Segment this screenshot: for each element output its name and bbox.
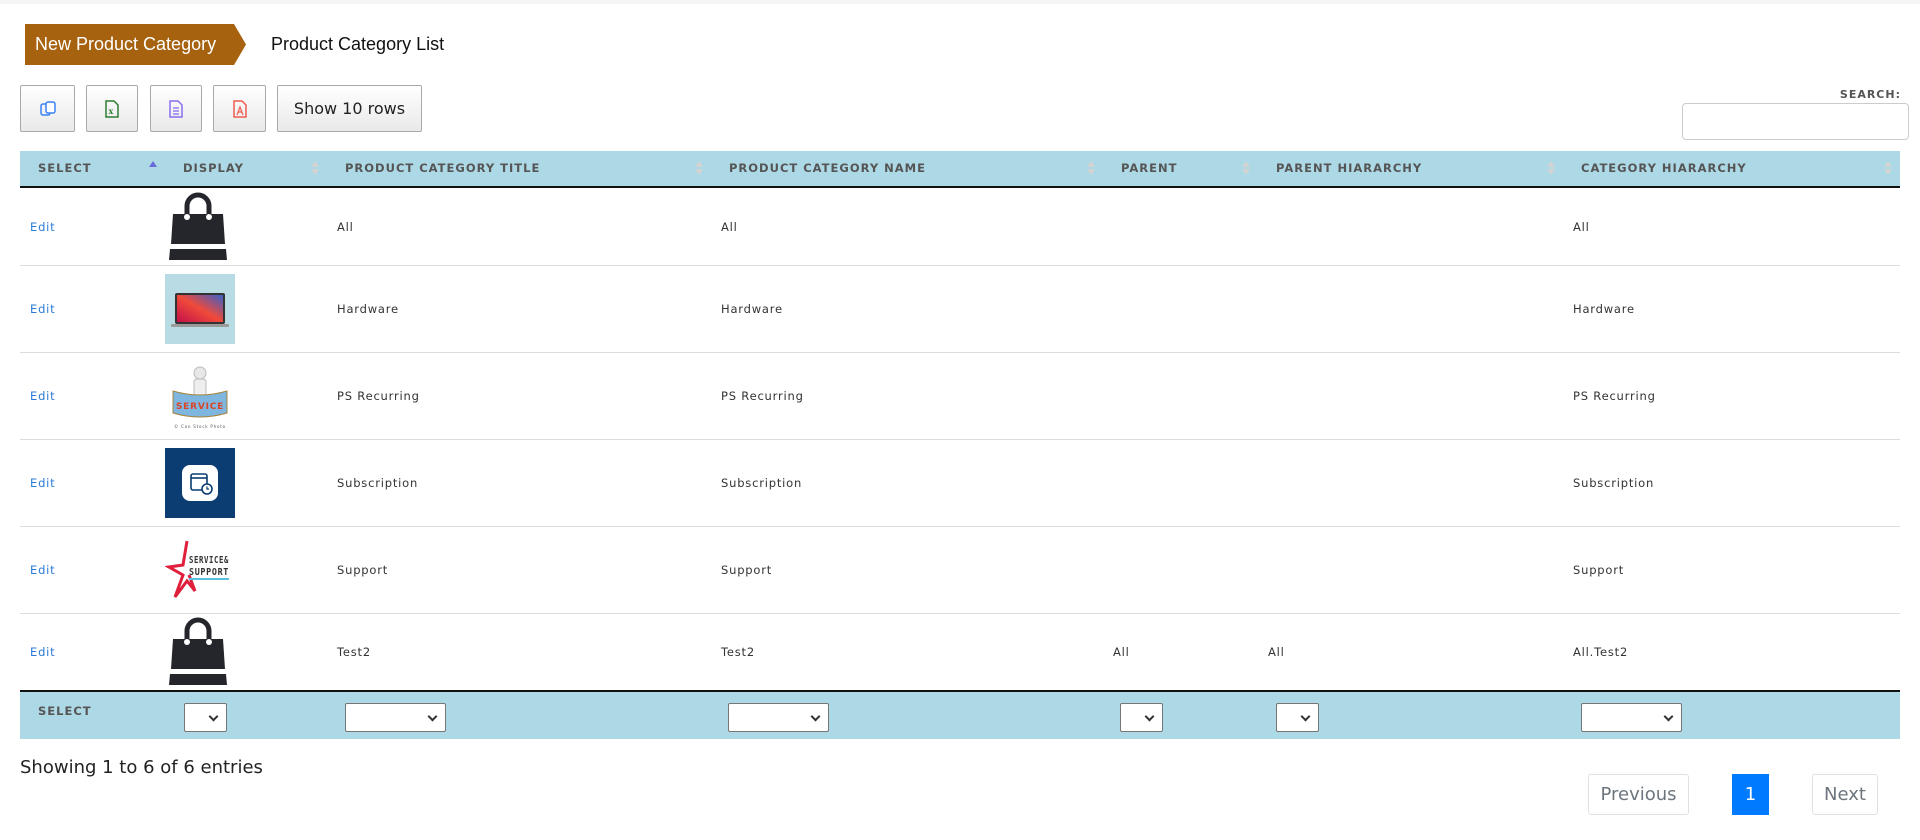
table-header: SELECT DISPLAY PRODUCT CATEGORY TITLE PR… xyxy=(20,151,1900,188)
show-rows-button[interactable]: Show 10 rows xyxy=(277,85,422,132)
edit-link[interactable]: Edit xyxy=(30,220,55,234)
cell-category-hierarchy: All xyxy=(1573,219,1590,234)
edit-link[interactable]: Edit xyxy=(30,563,55,577)
table-row: Edit All All All xyxy=(20,188,1900,266)
cell-name: Subscription xyxy=(721,476,803,490)
search-label: SEARCH: xyxy=(1839,88,1901,101)
footer-select-label: SELECT xyxy=(38,704,92,718)
filter-parent-hierarchy-select[interactable] xyxy=(1276,703,1319,732)
filter-title-select[interactable] xyxy=(345,703,446,732)
column-header-parent[interactable]: PARENT xyxy=(1103,151,1258,186)
cell-category-hierarchy: Hardware xyxy=(1573,302,1635,316)
excel-button[interactable]: x xyxy=(86,85,138,132)
edit-link[interactable]: Edit xyxy=(30,389,55,403)
svg-text:SUPPORT: SUPPORT xyxy=(189,567,229,578)
cell-title: Test2 xyxy=(337,645,371,659)
pdf-button[interactable] xyxy=(213,85,266,132)
cell-parent-hierarchy: All xyxy=(1268,645,1285,659)
svg-text:x: x xyxy=(109,106,114,116)
table-info: Showing 1 to 6 of 6 entries xyxy=(20,757,263,778)
column-header-select[interactable]: SELECT xyxy=(20,151,165,186)
calendar-subscription-image xyxy=(165,448,235,518)
table-row: Edit SERVICE& SUPPORT Support Support Su… xyxy=(20,527,1900,614)
filter-display-select[interactable] xyxy=(184,703,227,732)
cell-title: All xyxy=(337,219,354,234)
filter-parent-select[interactable] xyxy=(1120,703,1163,732)
svg-text:© Can Stock Photo: © Can Stock Photo xyxy=(174,424,226,429)
service-support-image: SERVICE& SUPPORT xyxy=(165,535,235,605)
sort-icon xyxy=(1087,161,1095,177)
column-header-name[interactable]: PRODUCT CATEGORY NAME xyxy=(711,151,1103,186)
cell-category-hierarchy: PS Recurring xyxy=(1573,389,1656,403)
cell-name: All xyxy=(721,219,738,234)
new-product-category-button[interactable]: New Product Category xyxy=(25,24,246,65)
copy-button[interactable] xyxy=(20,85,75,132)
cell-name: Support xyxy=(721,563,773,577)
top-strip xyxy=(0,0,1920,4)
cell-name: PS Recurring xyxy=(721,389,804,403)
table-row: Edit Subscription Subscription Subscript… xyxy=(20,440,1900,527)
table-row: Edit SERVICE © Can Stock Photo PS Recurr… xyxy=(20,353,1900,440)
shopping-bag-icon xyxy=(169,192,227,260)
breadcrumb-current: Product Category List xyxy=(271,34,445,54)
previous-page-button[interactable]: Previous xyxy=(1588,774,1689,815)
edit-link[interactable]: Edit xyxy=(30,476,55,490)
table-footer-filters: SELECT xyxy=(20,692,1900,739)
filter-category-hierarchy-select[interactable] xyxy=(1581,703,1682,732)
search-input[interactable] xyxy=(1682,103,1909,140)
sort-icon xyxy=(311,161,319,177)
column-header-category-hierarchy[interactable]: CATEGORY HIARARCHY xyxy=(1563,151,1900,186)
cell-title: Support xyxy=(337,563,389,577)
cell-title: PS Recurring xyxy=(337,389,420,403)
pdf-icon xyxy=(232,99,247,118)
next-page-button[interactable]: Next xyxy=(1812,774,1878,815)
cell-category-hierarchy: Subscription xyxy=(1573,476,1655,490)
cell-parent: All xyxy=(1113,645,1130,659)
laptop-image xyxy=(165,274,235,344)
edit-link[interactable]: Edit xyxy=(30,302,55,316)
cell-name: Test2 xyxy=(721,645,755,659)
shopping-bag-icon xyxy=(169,617,227,685)
column-header-title[interactable]: PRODUCT CATEGORY TITLE xyxy=(327,151,711,186)
cell-category-hierarchy: Support xyxy=(1573,563,1625,577)
cell-name: Hardware xyxy=(721,302,783,316)
sort-icon xyxy=(1884,161,1892,177)
product-category-table: SELECT DISPLAY PRODUCT CATEGORY TITLE PR… xyxy=(20,151,1900,739)
cell-title: Hardware xyxy=(337,302,399,316)
sort-icon xyxy=(695,161,703,177)
svg-text:SERVICE&: SERVICE& xyxy=(189,555,229,566)
copy-icon xyxy=(39,100,56,116)
cell-title: Subscription xyxy=(337,476,419,490)
column-header-parent-hierarchy[interactable]: PARENT HIARARCHY xyxy=(1258,151,1563,186)
excel-icon: x xyxy=(105,99,119,118)
svg-text:SERVICE: SERVICE xyxy=(176,402,224,412)
cell-category-hierarchy: All.Test2 xyxy=(1573,645,1629,659)
page-1-button[interactable]: 1 xyxy=(1732,774,1769,815)
edit-link[interactable]: Edit xyxy=(30,645,55,659)
csv-icon xyxy=(169,99,183,118)
table-row: Edit Hardware Hardware Hardware xyxy=(20,266,1900,353)
filter-name-select[interactable] xyxy=(728,703,829,732)
sort-icon xyxy=(1242,161,1250,177)
sort-icon xyxy=(1547,161,1555,177)
column-header-display[interactable]: DISPLAY xyxy=(165,151,327,186)
table-row: Edit Test2 Test2 All All All.Test2 xyxy=(20,614,1900,692)
service-image: SERVICE © Can Stock Photo xyxy=(165,361,235,431)
sort-asc-icon xyxy=(149,161,157,177)
csv-button[interactable] xyxy=(150,85,202,132)
